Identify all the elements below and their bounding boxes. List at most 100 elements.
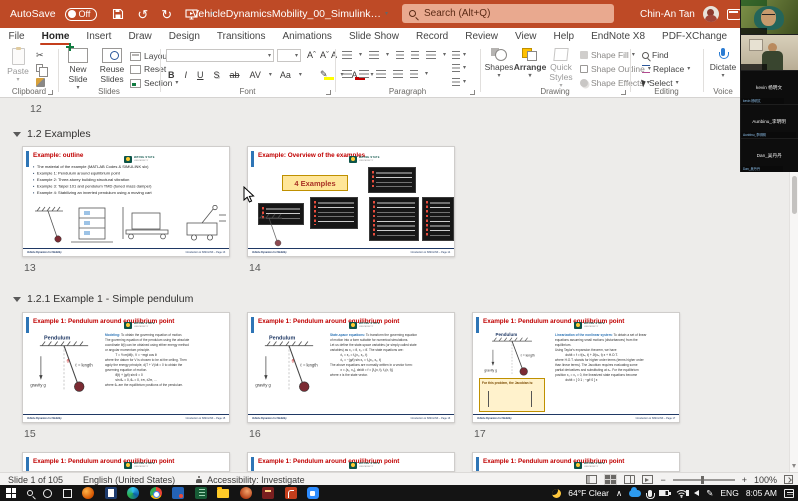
increase-indent-icon[interactable] xyxy=(411,51,419,59)
participant-video-tile[interactable]: Dan_吴丹丹 Dan_吴丹丹 xyxy=(741,139,798,172)
battery-icon[interactable] xyxy=(659,490,669,496)
columns-icon[interactable] xyxy=(410,70,418,78)
tab-view[interactable]: View xyxy=(507,28,546,45)
weather-status[interactable]: 64°F Clear xyxy=(568,488,609,498)
app-icon-maroon[interactable] xyxy=(262,487,274,499)
participant-video-tile[interactable] xyxy=(741,0,798,35)
weather-moon-icon[interactable] xyxy=(552,489,561,498)
language-indicator[interactable]: ENG xyxy=(720,488,738,498)
text-shadow-button[interactable]: S xyxy=(212,70,222,80)
justify-icon[interactable] xyxy=(393,70,403,78)
zoom-app-icon[interactable] xyxy=(307,487,319,499)
align-left-icon[interactable] xyxy=(342,70,352,78)
participant-video-tile[interactable]: kevin 杨明文 kevin 杨明文 xyxy=(741,71,798,105)
slide-thumbnail-13[interactable]: Example: outline WAYNE STATEUNIVERSITY ▪… xyxy=(22,146,230,257)
underline-button[interactable]: U xyxy=(195,70,206,80)
clipboard-dialog-launcher-icon[interactable] xyxy=(48,90,53,95)
tab-design[interactable]: Design xyxy=(160,28,208,45)
accessibility-status[interactable]: Accessibility: Investigate xyxy=(195,475,305,485)
chrome-browser-icon[interactable] xyxy=(150,487,162,499)
change-case-button[interactable]: Aa xyxy=(278,70,293,80)
avatar[interactable] xyxy=(703,6,719,22)
slide-thumbnail-18[interactable]: Example 1: Pendulum around equilibrium p… xyxy=(22,452,230,472)
scrollbar-thumb[interactable] xyxy=(792,176,798,214)
section-header-example1[interactable]: 1.2.1 Example 1 - Simple pendulum xyxy=(13,293,193,305)
slide-number-12[interactable]: 12 xyxy=(30,103,42,115)
matlab-icon[interactable] xyxy=(240,487,252,499)
slide-sorter-view-button[interactable] xyxy=(604,474,617,485)
fit-slide-to-window-button[interactable] xyxy=(784,475,793,484)
save-icon[interactable] xyxy=(112,8,124,20)
reading-view-button[interactable] xyxy=(624,475,635,484)
drawing-dialog-launcher-icon[interactable] xyxy=(621,90,626,95)
snipping-tool-icon[interactable] xyxy=(105,487,117,499)
slideshow-view-button[interactable] xyxy=(642,475,653,484)
replace-button[interactable]: Replace▾ xyxy=(642,64,690,74)
shape-outline-button[interactable]: Shape Outline▾ xyxy=(580,64,651,74)
italic-button[interactable]: I xyxy=(183,70,190,80)
slide-thumbnail-17[interactable]: Example 1: Pendulum around equilibrium p… xyxy=(472,312,680,423)
tab-file[interactable]: File xyxy=(0,28,33,45)
excel-icon[interactable] xyxy=(195,487,207,499)
microphone-tray-icon[interactable] xyxy=(648,490,652,497)
quick-styles-button[interactable]: Quick Styles▾ xyxy=(547,48,575,89)
character-spacing-button[interactable]: AV xyxy=(248,70,263,80)
clock[interactable]: 8:05 AM xyxy=(746,488,777,498)
edge-browser-icon[interactable] xyxy=(127,487,139,499)
shape-fill-button[interactable]: Shape Fill▾ xyxy=(580,50,635,60)
action-center-icon[interactable] xyxy=(784,489,794,498)
powerpoint-icon[interactable] xyxy=(285,487,297,499)
task-view-icon[interactable] xyxy=(63,489,72,498)
taskbar-search-icon[interactable] xyxy=(27,490,33,496)
bullets-icon[interactable] xyxy=(342,51,352,59)
arrange-button[interactable]: Arrange▾ xyxy=(515,48,545,79)
paste-button[interactable]: Paste▾ xyxy=(4,48,32,83)
slide-thumbnail-14[interactable]: Example: Overview of the examples WAYNE … xyxy=(247,146,455,257)
tab-insert[interactable]: Insert xyxy=(78,28,120,45)
align-right-icon[interactable] xyxy=(376,70,386,78)
participant-video-tile[interactable] xyxy=(741,35,798,71)
scroll-down-arrow-icon[interactable] xyxy=(792,464,796,468)
align-center-icon[interactable] xyxy=(359,70,369,78)
font-dialog-launcher-icon[interactable] xyxy=(326,90,331,95)
language-status[interactable]: English (United States) xyxy=(83,475,175,485)
ribbon-display-options-icon[interactable] xyxy=(727,9,741,20)
document-title[interactable]: VehicleDynamicsMobility_00_Simulink…▾ xyxy=(205,0,375,28)
search-box[interactable] xyxy=(402,4,614,23)
firefox-icon[interactable] xyxy=(82,487,94,499)
slide-thumbnail-20[interactable]: Example 1: Pendulum around equilibrium p… xyxy=(472,452,680,472)
slide-thumbnail-19[interactable]: Example 1: Pendulum around equilibrium p… xyxy=(247,452,455,472)
file-explorer-icon[interactable] xyxy=(217,489,229,498)
cortana-icon[interactable] xyxy=(43,489,52,498)
strikethrough-button[interactable]: ab xyxy=(228,70,242,80)
slide-thumbnail-16[interactable]: Example 1: Pendulum around equilibrium p… xyxy=(247,312,455,423)
reuse-slides-button[interactable]: Reuse Slides xyxy=(96,48,128,85)
new-slide-button[interactable]: New Slide▾ xyxy=(62,48,94,91)
speaker-icon[interactable] xyxy=(694,490,699,496)
format-painter-button[interactable] xyxy=(36,78,45,87)
dictate-button[interactable]: Dictate▾ xyxy=(706,48,740,79)
participant-video-tile[interactable]: Aunbinu_李明明 Aunbinu_李明明 xyxy=(741,105,798,139)
tab-home[interactable]: Home xyxy=(33,28,78,45)
zoom-level[interactable]: 100% xyxy=(754,475,777,485)
autosave-toggle[interactable]: Off xyxy=(65,8,98,21)
bold-button[interactable]: B xyxy=(166,70,177,80)
zoom-slider[interactable] xyxy=(673,479,735,481)
tab-pdf-xchange[interactable]: PDF-XChange xyxy=(654,28,736,45)
tab-slide-show[interactable]: Slide Show xyxy=(340,28,407,45)
photos-app-icon[interactable] xyxy=(172,487,184,499)
tab-transitions[interactable]: Transitions xyxy=(208,28,274,45)
slide-thumbnail-15[interactable]: Example 1: Pendulum around equilibrium p… xyxy=(22,312,230,423)
section-header-examples[interactable]: 1.2 Examples xyxy=(13,128,91,140)
tab-review[interactable]: Review xyxy=(457,28,507,45)
paragraph-dialog-launcher-icon[interactable] xyxy=(470,90,475,95)
tab-help[interactable]: Help xyxy=(545,28,583,45)
onedrive-icon[interactable] xyxy=(629,490,641,497)
numbering-icon[interactable] xyxy=(369,51,379,59)
find-button[interactable]: Find xyxy=(642,50,669,60)
text-direction-button[interactable]: ▾ xyxy=(452,51,466,59)
grow-font-button[interactable]: Aˆ xyxy=(305,50,318,60)
clear-formatting-button[interactable]: A xyxy=(329,50,339,60)
account-name[interactable]: Chin-An Tan xyxy=(640,9,695,20)
decrease-indent-icon[interactable] xyxy=(396,51,404,59)
